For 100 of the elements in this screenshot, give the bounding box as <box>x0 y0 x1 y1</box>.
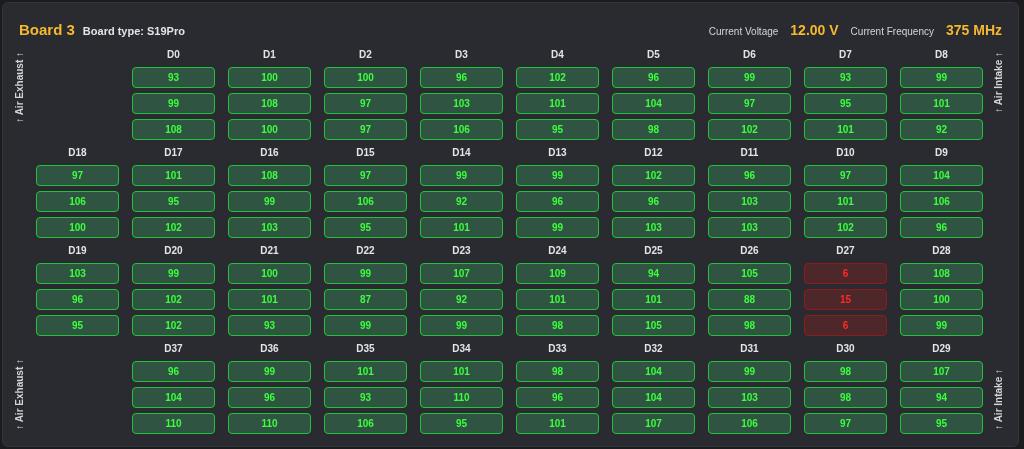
reading-box: 101 <box>516 412 599 434</box>
reading-box: 94 <box>900 386 983 408</box>
reading-box: 99 <box>900 66 983 88</box>
reading-box: 101 <box>516 92 599 114</box>
reading-box: 108 <box>228 164 311 186</box>
reading-box: 101 <box>420 360 503 382</box>
chip-label: D2 <box>358 47 373 62</box>
airflow-label: ↑ Air Intake ↑ <box>991 51 1005 113</box>
chip-label: D1 <box>262 47 277 62</box>
reading-box: 96 <box>228 386 311 408</box>
reading-box: 95 <box>36 314 119 336</box>
reading-box: 102 <box>708 118 791 140</box>
reading-box: 6 <box>804 262 887 284</box>
chip-label: D25 <box>643 243 664 258</box>
reading-box: 99 <box>420 164 503 186</box>
chip-label: D26 <box>739 243 760 258</box>
reading-box: 108 <box>132 118 215 140</box>
reading-box: 96 <box>516 190 599 212</box>
reading-box: 104 <box>612 360 695 382</box>
chip-label: D20 <box>163 243 184 258</box>
chip-label: D7 <box>838 47 853 62</box>
reading-box: 102 <box>804 216 887 238</box>
reading-box: 103 <box>708 386 791 408</box>
reading-box: 96 <box>708 164 791 186</box>
reading-box: 97 <box>324 164 407 186</box>
chip-label: D4 <box>550 47 565 62</box>
chip-label: D14 <box>451 145 472 160</box>
reading-box: 102 <box>516 66 599 88</box>
reading-box: 99 <box>516 164 599 186</box>
airflow-label: ↑ Air Exhaust ↑ <box>13 358 26 430</box>
chip-label: D32 <box>643 341 664 356</box>
chip-label: D27 <box>835 243 856 258</box>
reading-box: 110 <box>228 412 311 434</box>
reading-box: 98 <box>804 360 887 382</box>
chip-label: D35 <box>355 341 376 356</box>
reading-box: 99 <box>132 262 215 284</box>
reading-box: 101 <box>804 190 887 212</box>
chip-label: D19 <box>67 243 88 258</box>
reading-box: 100 <box>228 118 311 140</box>
reading-box: 103 <box>612 216 695 238</box>
chip-label: D11 <box>739 145 760 160</box>
chip-label: D8 <box>934 47 949 62</box>
reading-box: 106 <box>324 412 407 434</box>
reading-box: 98 <box>516 360 599 382</box>
reading-box: 96 <box>132 360 215 382</box>
reading-box: 97 <box>708 92 791 114</box>
reading-box: 87 <box>324 288 407 310</box>
chip-label: D36 <box>259 341 280 356</box>
reading-box: 107 <box>420 262 503 284</box>
reading-box: 104 <box>900 164 983 186</box>
chip-label: D16 <box>259 145 280 160</box>
reading-box: 95 <box>516 118 599 140</box>
chip-label: D22 <box>355 243 376 258</box>
reading-box: 103 <box>708 190 791 212</box>
reading-box: 110 <box>132 412 215 434</box>
reading-box: 96 <box>612 190 695 212</box>
reading-box: 108 <box>900 262 983 284</box>
reading-box: 97 <box>324 118 407 140</box>
reading-box: 15 <box>804 288 887 310</box>
reading-box: 110 <box>420 386 503 408</box>
stat-value: 375 MHz <box>945 20 1002 40</box>
stat-label: Current Frequency <box>850 24 934 39</box>
reading-box: 95 <box>324 216 407 238</box>
reading-box: 103 <box>708 216 791 238</box>
reading-box: 99 <box>228 360 311 382</box>
reading-box: 92 <box>420 190 503 212</box>
reading-box: 101 <box>420 216 503 238</box>
reading-box: 102 <box>132 314 215 336</box>
reading-box: 99 <box>516 216 599 238</box>
reading-box: 104 <box>612 92 695 114</box>
reading-box: 95 <box>132 190 215 212</box>
reading-box: 99 <box>900 314 983 336</box>
reading-box: 98 <box>708 314 791 336</box>
chip-label: D34 <box>451 341 472 356</box>
reading-box: 95 <box>900 412 983 434</box>
reading-box: 101 <box>132 164 215 186</box>
reading-box: 95 <box>804 92 887 114</box>
airflow-label: ↑ Air Intake ↑ <box>991 368 1005 430</box>
reading-box: 96 <box>420 66 503 88</box>
reading-box: 98 <box>612 118 695 140</box>
chip-label: D30 <box>835 341 856 356</box>
reading-box: 99 <box>228 190 311 212</box>
reading-box: 105 <box>612 314 695 336</box>
reading-box: 101 <box>324 360 407 382</box>
stat-value: 12.00 V <box>790 20 839 40</box>
reading-box: 100 <box>228 66 311 88</box>
reading-box: 99 <box>708 360 791 382</box>
reading-box: 102 <box>132 216 215 238</box>
chip-label: D13 <box>547 145 568 160</box>
reading-box: 93 <box>132 66 215 88</box>
reading-box: 88 <box>708 288 791 310</box>
reading-box: 108 <box>228 92 311 114</box>
reading-box: 103 <box>228 216 311 238</box>
reading-box: 97 <box>804 412 887 434</box>
reading-box: 104 <box>612 386 695 408</box>
chip-label: D15 <box>355 145 376 160</box>
board-title: Board 3 <box>19 20 75 40</box>
reading-box: 97 <box>804 164 887 186</box>
reading-box: 102 <box>612 164 695 186</box>
stat-label: Current Voltage <box>708 24 779 39</box>
